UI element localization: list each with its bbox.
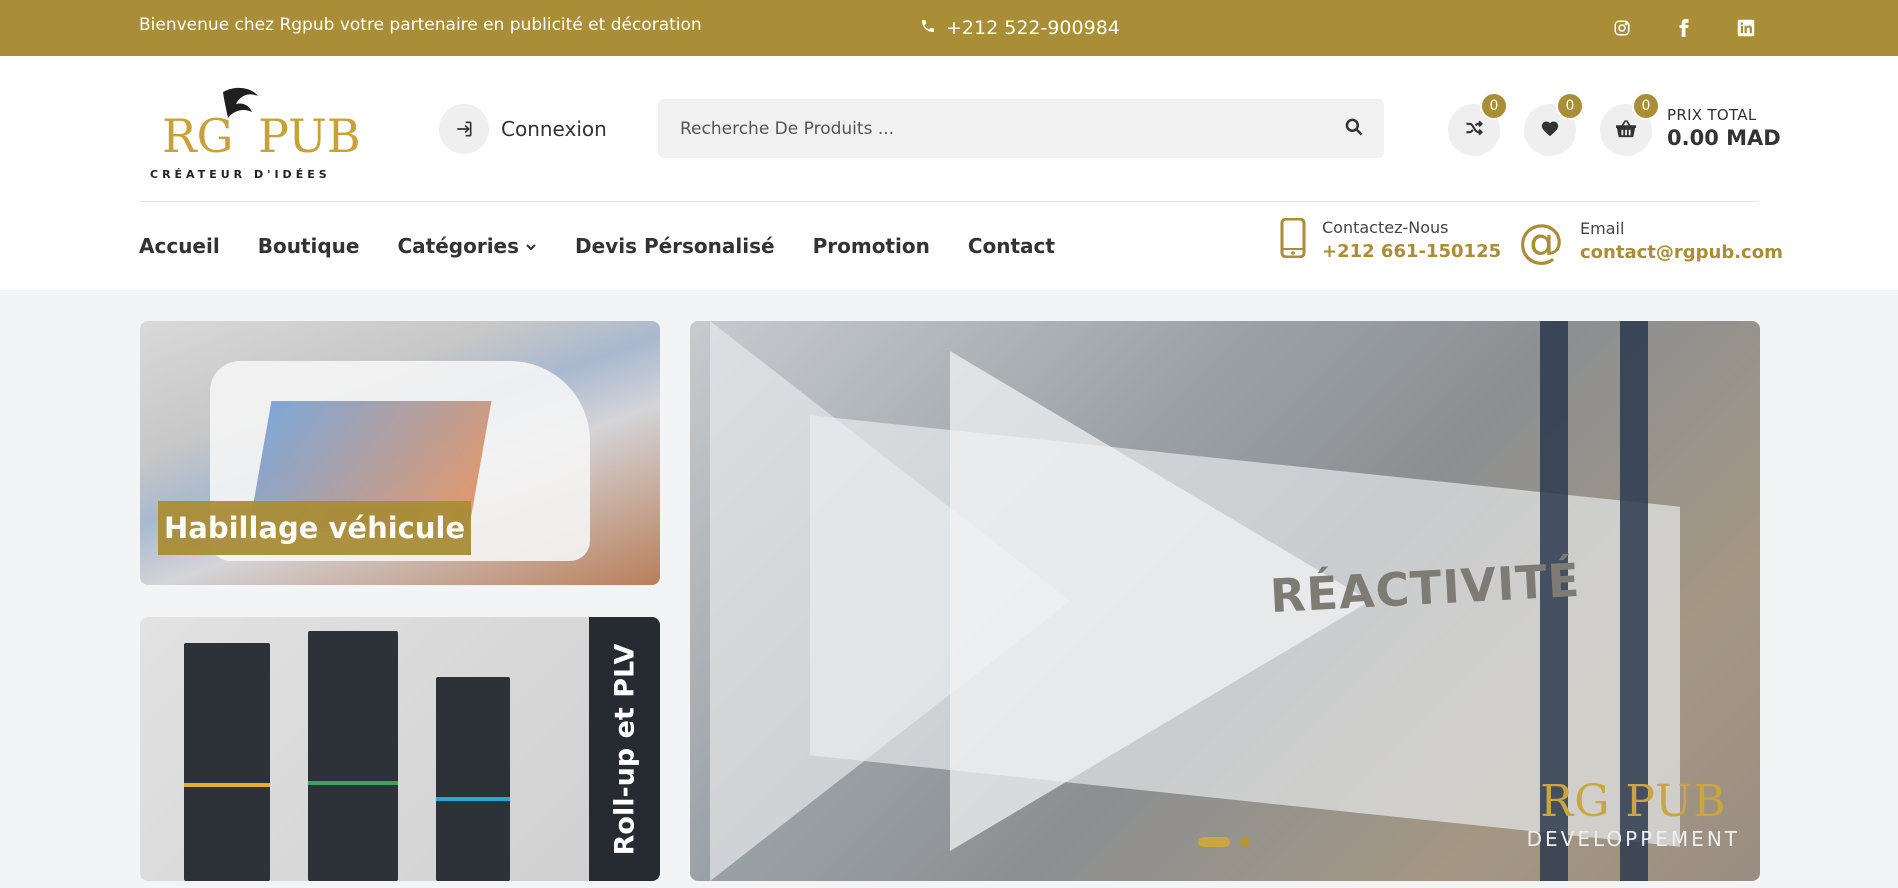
- wishlist-count: 0: [1556, 92, 1584, 120]
- login-icon: [439, 104, 489, 154]
- search-input[interactable]: Recherche De Produits ...: [658, 119, 1324, 139]
- header-divider: [139, 201, 1759, 202]
- rollup-stand: [184, 643, 270, 881]
- topbar-phone[interactable]: +212 522-900984: [920, 17, 1120, 39]
- nav-label: Accueil: [139, 234, 220, 258]
- nav-label: Catégories: [397, 234, 520, 258]
- cart-total-value: 0.00 MAD: [1667, 126, 1781, 150]
- slider-dot-2[interactable]: [1240, 837, 1250, 847]
- nav-item-promotion[interactable]: Promotion: [813, 234, 930, 258]
- at-sign-icon: @: [1518, 214, 1564, 268]
- header-actions: 0 0 0: [1448, 92, 1660, 156]
- nav-label: Promotion: [812, 234, 930, 258]
- rollup-image: [184, 617, 534, 881]
- nav-item-boutique[interactable]: Boutique: [258, 234, 360, 258]
- login-label: Connexion: [501, 117, 607, 141]
- rollup-banner-title: Roll-up et PLV: [609, 643, 641, 855]
- rollup-banner[interactable]: Roll-up et PLV: [140, 617, 660, 881]
- wishlist-button[interactable]: 0: [1524, 92, 1584, 156]
- search-icon: [1344, 117, 1364, 141]
- hero-logo-sub: DEVELOPPEMENT: [1526, 827, 1740, 851]
- cart-count: 0: [1632, 92, 1660, 120]
- top-bar: Bienvenue chez Rgpub votre partenaire en…: [0, 0, 1898, 56]
- site-header: RG PUB CRÉATEUR D'IDÉES Connexion Recher…: [0, 56, 1898, 290]
- cart-total-label: PRIX TOTAL: [1667, 106, 1757, 124]
- vehicle-banner-title: Habillage véhicule: [158, 501, 472, 555]
- hero-logo-main: RG PUB: [1540, 776, 1727, 827]
- svg-text:PUB: PUB: [258, 109, 361, 163]
- contact-email[interactable]: @ Email contact@rgpub.com: [1518, 218, 1783, 264]
- logo-tagline: CRÉATEUR D'IDÉES: [150, 168, 331, 181]
- welcome-text: Bienvenue chez Rgpub votre partenaire en…: [139, 15, 702, 35]
- heart-icon: [1540, 119, 1560, 141]
- hero-logo: RG PUB DEVELOPPEMENT: [1527, 776, 1740, 851]
- nav-item-contact[interactable]: Contact: [968, 234, 1055, 258]
- nav-item-categories[interactable]: Catégories: [397, 234, 537, 258]
- contact-email-label: Email: [1580, 219, 1625, 238]
- login-link[interactable]: Connexion: [439, 104, 607, 154]
- contact-email-value: contact@rgpub.com: [1580, 242, 1783, 263]
- compare-button[interactable]: 0: [1448, 92, 1508, 156]
- basket-icon: [1615, 118, 1637, 142]
- slider-dot-1[interactable]: [1198, 837, 1230, 847]
- slider-pagination: [1198, 837, 1250, 847]
- rollup-stand: [436, 677, 510, 881]
- site-logo[interactable]: RG PUB CRÉATEUR D'IDÉES: [148, 84, 370, 184]
- rollup-banner-title-box: Roll-up et PLV: [589, 617, 660, 881]
- mobile-phone-icon: [1280, 217, 1306, 262]
- product-search: Recherche De Produits ...: [658, 99, 1384, 158]
- nav-label: Devis Pérsonalisé: [575, 234, 775, 258]
- contact-phone[interactable]: Contactez-Nous +212 661-150125: [1280, 217, 1502, 262]
- cart-total[interactable]: PRIX TOTAL 0.00 MAD: [1667, 106, 1781, 150]
- vehicle-banner[interactable]: Habillage véhicule: [140, 321, 660, 585]
- contact-phone-value: +212 661-150125: [1322, 241, 1502, 262]
- nav-label: Boutique: [257, 234, 360, 258]
- main-nav: Accueil Boutique Catégories Devis Pérson…: [139, 234, 1055, 258]
- search-button[interactable]: [1324, 117, 1384, 141]
- compare-count: 0: [1480, 92, 1508, 120]
- chevron-down-icon: [525, 234, 537, 258]
- cart-button[interactable]: 0: [1600, 92, 1660, 156]
- svg-text:RG: RG: [162, 109, 233, 163]
- facebook-icon[interactable]: [1672, 16, 1696, 40]
- linkedin-icon[interactable]: [1734, 16, 1758, 40]
- rollup-stand: [308, 631, 398, 881]
- contact-phone-label: Contactez-Nous: [1322, 218, 1449, 237]
- social-links: [1610, 16, 1758, 40]
- topbar-phone-number: +212 522-900984: [946, 17, 1120, 39]
- shuffle-icon: [1464, 118, 1484, 142]
- hero-slider[interactable]: RÉACTIVITÉ RG PUB DEVELOPPEMENT: [690, 321, 1760, 881]
- nav-item-devis[interactable]: Devis Pérsonalisé: [575, 234, 775, 258]
- phone-icon: [920, 17, 936, 39]
- nav-label: Contact: [967, 234, 1055, 258]
- nav-item-accueil[interactable]: Accueil: [139, 234, 220, 258]
- instagram-icon[interactable]: [1610, 16, 1634, 40]
